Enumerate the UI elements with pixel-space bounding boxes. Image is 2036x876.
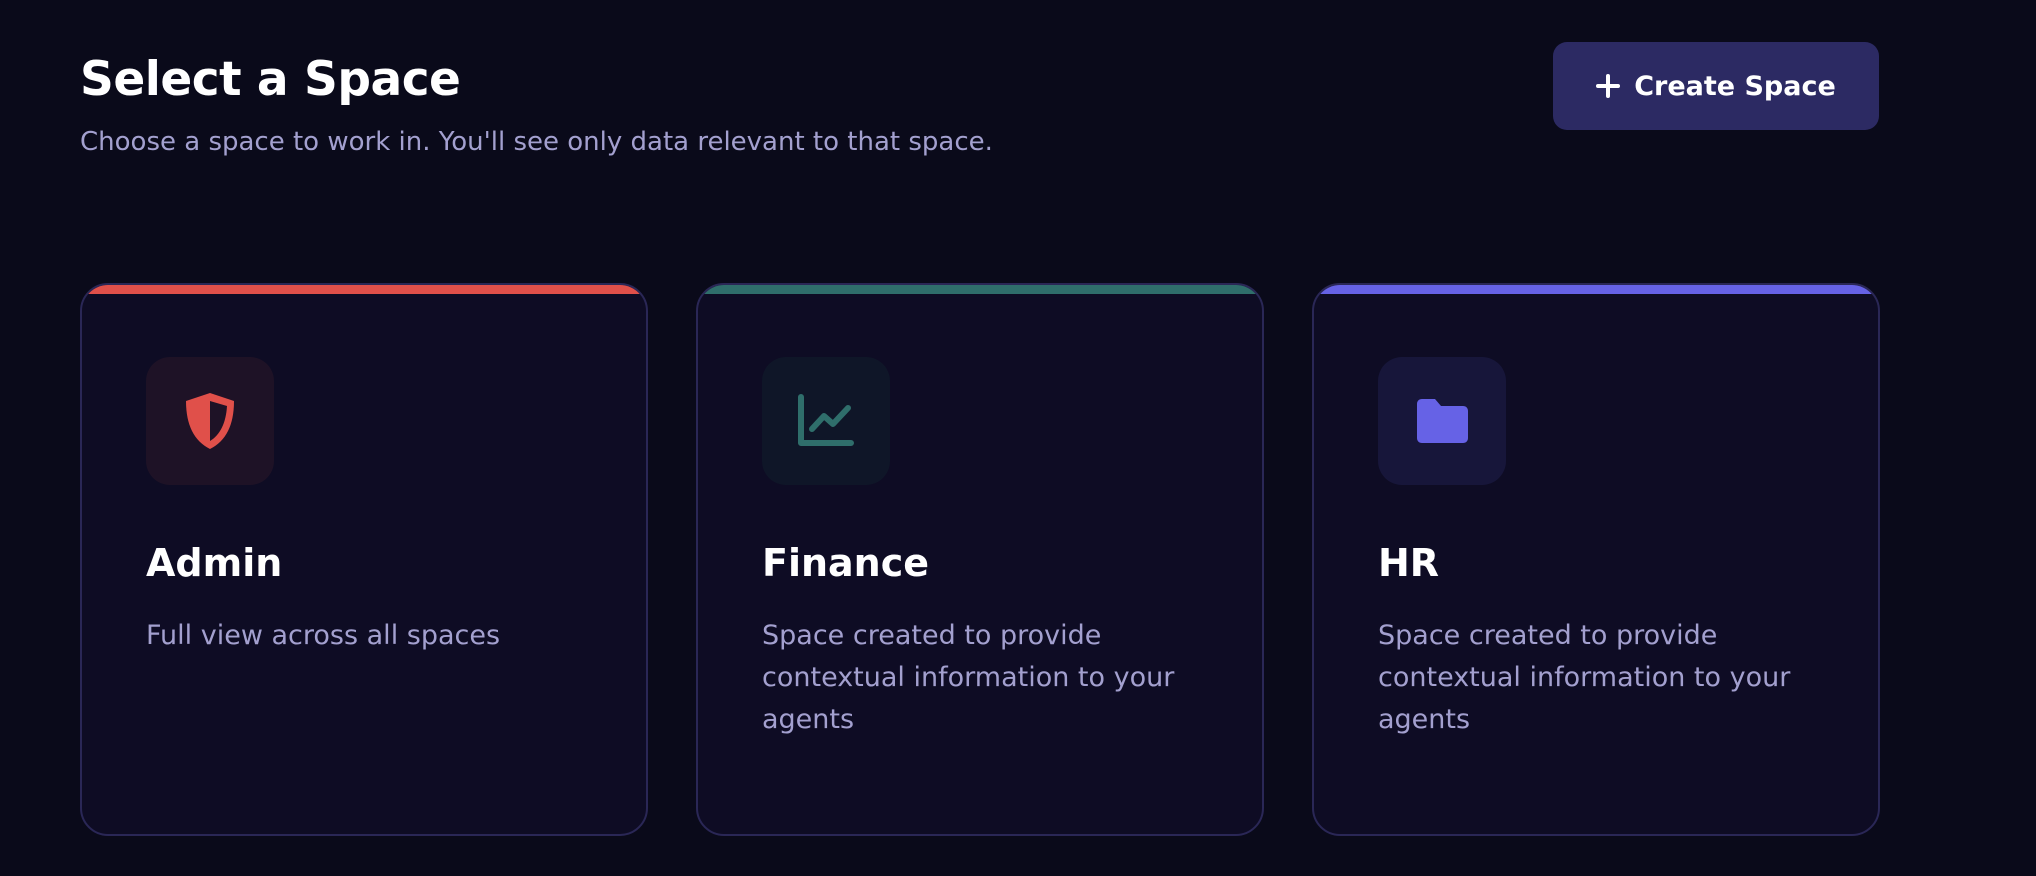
space-card-hr[interactable]: HR Space created to provide contextual i… bbox=[1312, 283, 1880, 836]
shield-icon bbox=[186, 393, 234, 449]
space-card-description: Space created to provide contextual info… bbox=[1378, 620, 1791, 735]
card-accent-bar bbox=[82, 285, 646, 294]
page-subtitle: Choose a space to work in. You'll see on… bbox=[80, 127, 993, 157]
card-accent-bar bbox=[1314, 285, 1878, 294]
space-card-description: Space created to provide contextual info… bbox=[762, 620, 1175, 735]
page-header: Select a Space Choose a space to work in… bbox=[80, 50, 993, 162]
space-card-description: Full view across all spaces bbox=[146, 620, 501, 651]
finance-icon-box bbox=[762, 357, 890, 485]
space-selector-page: Select a Space Choose a space to work in… bbox=[0, 0, 2036, 876]
card-accent-bar bbox=[698, 285, 1262, 294]
space-cards: Admin Full view across all spaces Financ… bbox=[80, 283, 1880, 836]
space-card-finance[interactable]: Finance Space created to provide context… bbox=[696, 283, 1264, 836]
space-card-title: Admin bbox=[146, 541, 283, 585]
page-title: Select a Space bbox=[80, 52, 461, 107]
space-card-admin[interactable]: Admin Full view across all spaces bbox=[80, 283, 648, 836]
hr-icon-box bbox=[1378, 357, 1506, 485]
create-space-button[interactable]: Create Space bbox=[1553, 42, 1879, 130]
chart-line-icon bbox=[798, 394, 854, 446]
plus-icon bbox=[1596, 74, 1621, 98]
space-card-title: Finance bbox=[762, 541, 930, 585]
create-space-label: Create Space bbox=[1634, 70, 1836, 102]
folder-icon bbox=[1417, 399, 1468, 443]
admin-icon-box bbox=[146, 357, 274, 485]
space-card-title: HR bbox=[1378, 541, 1440, 585]
